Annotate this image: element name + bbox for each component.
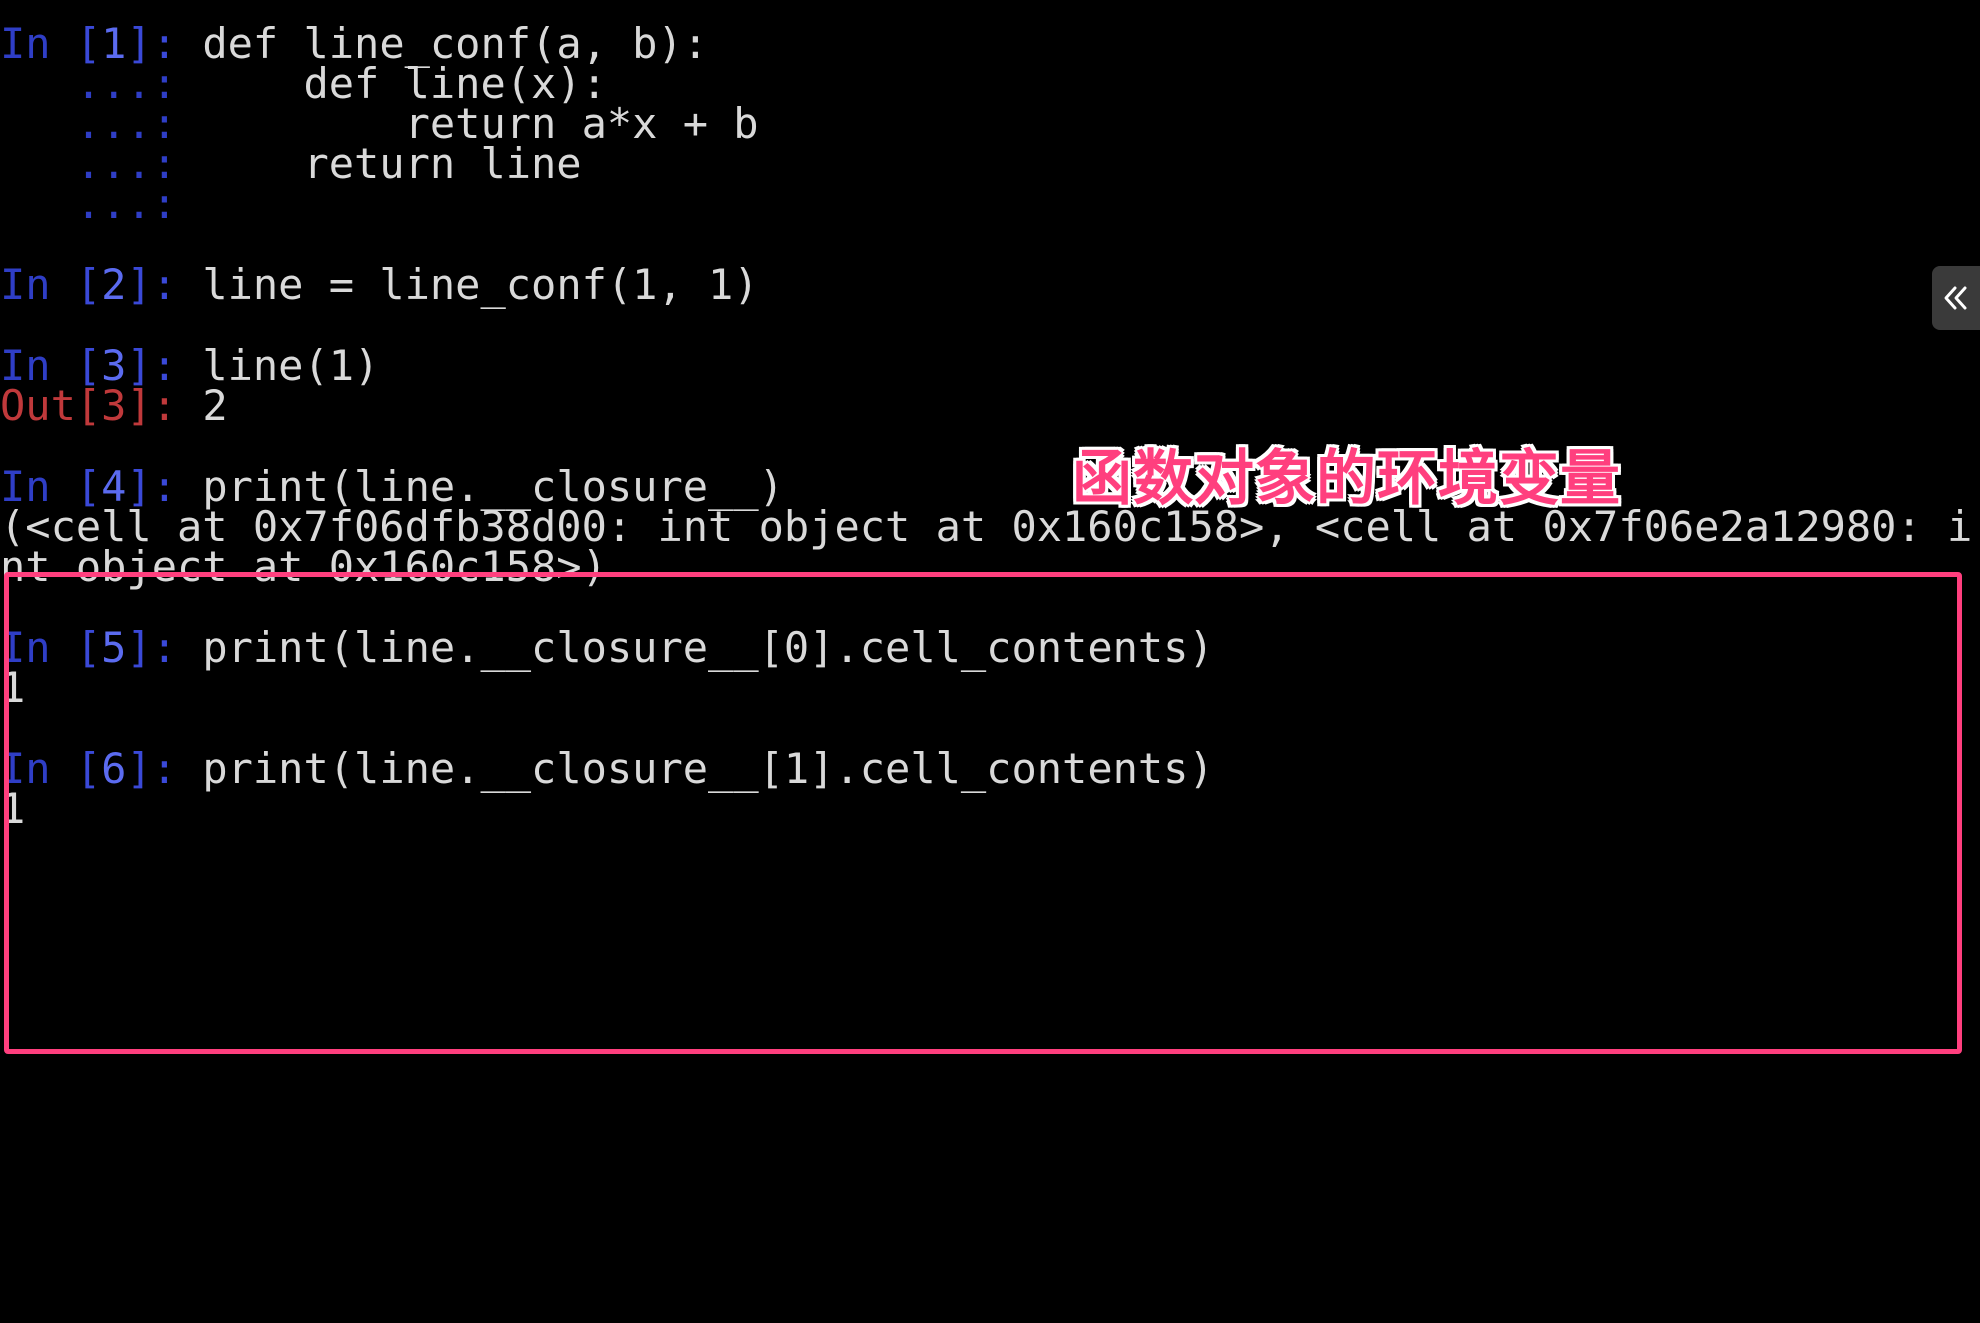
double-chevron-left-icon — [1941, 283, 1971, 313]
annotation-highlight-box — [4, 572, 1962, 1054]
code-line: line = line_conf(1, 1) — [202, 260, 759, 309]
output-prompt-line: Out[3]: 2 — [0, 381, 228, 430]
prompt-number: 2 — [101, 260, 127, 309]
annotation-label: 函数对象的环境变量 — [1072, 444, 1621, 514]
prompt-number: 3 — [101, 381, 127, 430]
output-value: 2 — [202, 381, 228, 430]
continuation-line: ...: — [0, 178, 202, 230]
sidebar-toggle-button[interactable] — [1932, 266, 1980, 330]
input-prompt-line: In [2]: line = line_conf(1, 1) — [0, 260, 759, 309]
code-line: line(1) — [202, 341, 380, 390]
code-line: return line — [202, 139, 582, 188]
out-prompt-label: Out — [0, 381, 76, 430]
continuation-prompt: ...: — [0, 179, 203, 228]
in-prompt-label: In — [0, 260, 76, 309]
